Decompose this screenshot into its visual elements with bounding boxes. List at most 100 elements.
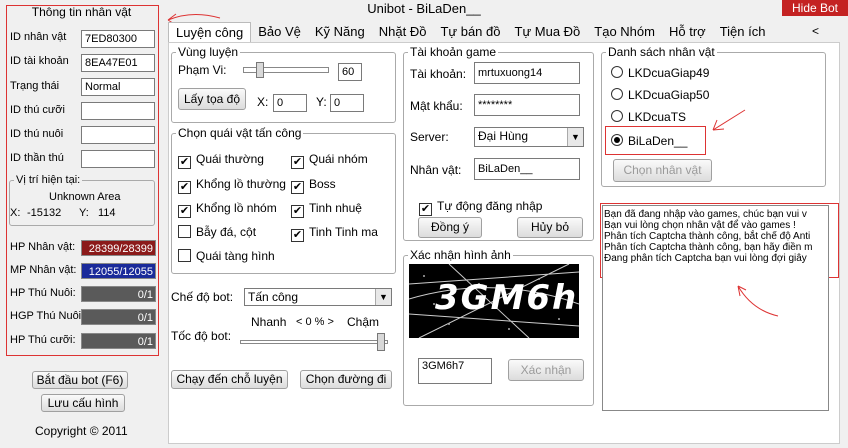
confirm-captcha-button[interactable]: Xác nhận — [508, 359, 584, 381]
captcha-input[interactable]: 3GM6h7 — [418, 358, 492, 384]
auto-login-label: Tự động đăng nhập — [437, 199, 543, 213]
copyright: Copyright © 2011 — [35, 424, 128, 438]
stat-label: HP Thú cưỡi: — [10, 334, 76, 346]
monster-checkbox[interactable]: ✔ Khổng lồ nhóm — [178, 201, 277, 218]
monster-checkbox[interactable]: Quái tàng hình — [178, 249, 275, 263]
area-name: Unknown Area — [49, 191, 121, 203]
spirit-id-field[interactable] — [81, 150, 155, 168]
monster-checkbox[interactable]: Bẫy đá, cột — [178, 225, 256, 239]
pick-path-button[interactable]: Chọn đường đi — [300, 370, 392, 389]
stat-label: HP Nhân vật: — [10, 241, 76, 253]
tab-1[interactable]: Bảo Vệ — [251, 22, 308, 42]
hide-bot-button[interactable]: Hide Bot — [782, 0, 848, 16]
bot-mode-select[interactable]: Tấn công ▼ — [244, 288, 392, 306]
stat-label: HP Thú Nuôi: — [10, 287, 76, 299]
radio-empty-icon — [611, 110, 623, 122]
speed-slider-thumb[interactable] — [377, 333, 385, 351]
stat-bar: 28399/28399 — [81, 240, 156, 256]
log-line: Đang phân tích Captcha bạn vui lòng đợi … — [604, 253, 807, 264]
log-line: Phân tích Captcha thành công, bắt chế độ… — [604, 231, 811, 242]
monster-label: Tinh Tinh ma — [309, 225, 378, 239]
monster-label: Boss — [309, 177, 336, 191]
range-slider[interactable] — [243, 62, 329, 78]
range-field[interactable]: 60 — [338, 63, 362, 81]
tab-6[interactable]: Tạo Nhóm — [587, 22, 662, 42]
checkbox-checked-icon: ✔ — [178, 205, 191, 218]
select-character-button[interactable]: Chọn nhân vật — [613, 159, 712, 182]
monster-checkbox[interactable]: ✔ Quái thường — [178, 152, 264, 169]
tab-3[interactable]: Nhặt Đồ — [372, 22, 434, 42]
mount-id-field[interactable] — [81, 102, 155, 120]
character-field[interactable]: BiLaDen__ — [474, 158, 580, 180]
pet-id-field[interactable] — [81, 126, 155, 144]
annotation-arrow-icon — [737, 285, 779, 317]
checkbox-empty-icon — [178, 249, 191, 262]
monster-label: Bẫy đá, cột — [196, 225, 257, 239]
coord-x-field[interactable]: 0 — [273, 94, 307, 112]
id-label: ID nhân vật — [10, 31, 67, 43]
tab-bar: Luyện công Bảo Vệ Kỹ Năng Nhặt Đồ Tự bán đồ T… — [168, 22, 772, 42]
monster-label: Quái thường — [196, 152, 264, 166]
monster-label: Tinh nhuệ — [309, 201, 362, 215]
coord-x-label: X: — [257, 95, 269, 109]
tab-0[interactable]: Luyện công — [168, 22, 252, 42]
stat-label: MP Nhân vật: — [10, 264, 77, 276]
stat-bar: 0/1 — [81, 286, 156, 302]
monster-checkbox[interactable]: ✔ Tinh Tinh ma — [291, 225, 378, 242]
captcha-legend: Xác nhận hình ảnh — [410, 248, 511, 262]
selected-character-highlight — [605, 126, 706, 155]
chevron-down-icon: ▼ — [567, 128, 583, 146]
tab-4[interactable]: Tự bán đồ — [433, 22, 507, 42]
monster-checkbox[interactable]: ✔ Boss — [291, 177, 336, 194]
password-label: Mật khẩu: — [410, 99, 463, 113]
agree-button[interactable]: Đồng ý — [418, 217, 482, 238]
run-to-spot-button[interactable]: Chạy đến chỗ luyện — [171, 370, 288, 389]
checkbox-checked-icon: ✔ — [178, 156, 191, 169]
coord-y-label: Y: — [316, 95, 327, 109]
tab-7[interactable]: Hỗ trợ — [662, 22, 713, 42]
character-name: LKDcuaTS — [628, 110, 687, 124]
checkbox-checked-icon: ✔ — [291, 181, 304, 194]
monster-select-legend: Chọn quái vật tấn công — [178, 126, 302, 140]
speed-fast-label: Nhanh — [251, 315, 287, 329]
character-radio[interactable]: LKDcuaGiap49 — [611, 66, 709, 80]
monster-checkbox[interactable]: ✔ Khổng lồ thường — [178, 177, 286, 194]
range-slider-thumb[interactable] — [256, 62, 264, 78]
account-id-field[interactable]: 8EA47E01 — [81, 54, 155, 72]
chevron-down-icon: ▼ — [375, 289, 391, 305]
start-bot-button[interactable]: Bắt đầu bot (F6) — [32, 371, 128, 389]
save-config-button[interactable]: Lưu cấu hình — [41, 394, 125, 412]
id-field[interactable]: 7ED80300 — [81, 30, 155, 48]
password-field[interactable]: ******** — [474, 94, 580, 116]
checkbox-empty-icon — [178, 225, 191, 238]
tab-2[interactable]: Kỹ Năng — [308, 22, 372, 42]
speed-slider[interactable] — [240, 333, 388, 351]
get-coords-button[interactable]: Lấy tọa độ — [178, 88, 246, 110]
username-field[interactable]: mrtuxuong14 — [474, 62, 580, 84]
character-list-legend: Danh sách nhân vật — [608, 45, 715, 59]
captcha-image: 3GM6h7 — [409, 264, 579, 338]
status-field[interactable]: Normal — [81, 78, 155, 96]
training-area-legend: Vùng luyện — [178, 45, 239, 59]
log-box[interactable]: Bạn đã đang nhập vào games, chúc bạn vui… — [602, 205, 829, 411]
character-label: Nhân vật: — [410, 163, 462, 177]
stat-bar: 12055/12055 — [81, 263, 156, 279]
character-radio[interactable]: LKDcuaTS — [611, 110, 686, 124]
username-label: Tài khoản: — [410, 67, 467, 81]
captcha-text: 3GM6h7 — [435, 278, 579, 318]
monster-checkbox[interactable]: ✔ Tinh nhuệ — [291, 201, 362, 218]
auto-login-checkbox[interactable]: ✔ Tự động đăng nhập — [419, 199, 542, 216]
tab-8[interactable]: Tiện ích — [713, 22, 773, 42]
status-label: Trạng thái — [10, 80, 60, 92]
checkbox-checked-icon: ✔ — [419, 203, 432, 216]
character-name: LKDcuaGiap50 — [628, 88, 710, 102]
monster-checkbox[interactable]: ✔ Quái nhóm — [291, 152, 368, 169]
stat-bar: 0/1 — [81, 309, 156, 325]
tab-5[interactable]: Tự Mua Đồ — [508, 22, 588, 42]
cancel-button[interactable]: Hủy bỏ — [517, 217, 583, 238]
checkbox-checked-icon: ✔ — [291, 156, 304, 169]
character-radio[interactable]: LKDcuaGiap50 — [611, 88, 709, 102]
radio-empty-icon — [611, 66, 623, 78]
coord-y-field[interactable]: 0 — [330, 94, 364, 112]
server-select[interactable]: Đại Hùng ▼ — [474, 127, 584, 147]
